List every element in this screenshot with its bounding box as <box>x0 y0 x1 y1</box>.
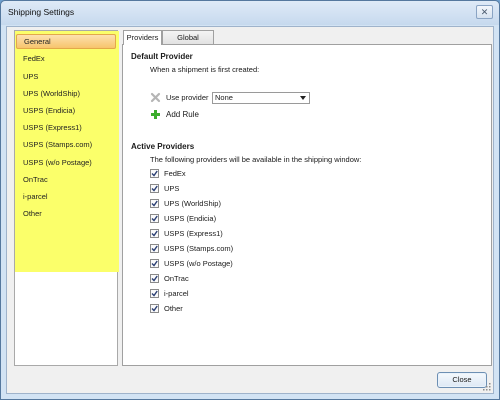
default-provider-value: None <box>215 93 233 102</box>
window-close-button[interactable]: ✕ <box>476 5 493 19</box>
tab-providers[interactable]: Providers <box>123 30 162 45</box>
chevron-down-icon <box>300 96 306 100</box>
checkbox-fedex[interactable] <box>150 169 159 178</box>
checkmark-icon <box>151 290 158 297</box>
sidebar-item-general[interactable]: General <box>16 34 116 49</box>
provider-row-usps-stamps: USPS (Stamps.com) <box>150 243 350 254</box>
provider-label: USPS (Express1) <box>164 229 223 238</box>
checkbox-usps-no-postage[interactable] <box>150 259 159 268</box>
checkbox-i-parcel[interactable] <box>150 289 159 298</box>
sidebar-item-usps-stamps[interactable]: USPS (Stamps.com) <box>16 137 116 152</box>
checkmark-icon <box>151 215 158 222</box>
provider-row-usps-express1: USPS (Express1) <box>150 228 350 239</box>
provider-row-usps-no-postage: USPS (w/o Postage) <box>150 258 350 269</box>
providers-tab-panel: Default Provider When a shipment is firs… <box>122 44 492 366</box>
checkbox-usps-express1[interactable] <box>150 229 159 238</box>
checkmark-icon <box>151 305 158 312</box>
sidebar-item-ups-worldship[interactable]: UPS (WorldShip) <box>16 86 116 101</box>
provider-label: FedEx <box>164 169 186 178</box>
close-button[interactable]: Close <box>437 372 487 388</box>
provider-label: UPS (WorldShip) <box>164 199 221 208</box>
remove-x-icon[interactable] <box>150 92 161 103</box>
tab-global-settings[interactable]: Global Settings <box>162 30 214 55</box>
close-icon: ✕ <box>480 7 489 17</box>
use-provider-label: Use provider <box>166 93 209 102</box>
provider-row-i-parcel: i-parcel <box>150 288 350 299</box>
provider-row-ups-worldship: UPS (WorldShip) <box>150 198 350 209</box>
provider-label: OnTrac <box>164 274 189 283</box>
checkbox-other[interactable] <box>150 304 159 313</box>
checkmark-icon <box>151 185 158 192</box>
sidebar-item-usps-express1[interactable]: USPS (Express1) <box>16 120 116 135</box>
provider-row-ontrac: OnTrac <box>150 273 350 284</box>
checkmark-icon <box>151 260 158 267</box>
shipping-settings-window: Shipping Settings ✕ General FedEx UPS UP… <box>0 0 500 400</box>
resize-grip-icon[interactable] <box>483 383 491 391</box>
provider-row-other: Other <box>150 303 350 314</box>
provider-row-usps-endicia: USPS (Endicia) <box>150 213 350 224</box>
dialog-body: General FedEx UPS UPS (WorldShip) USPS (… <box>6 26 494 394</box>
sidebar-item-ups[interactable]: UPS <box>16 69 116 84</box>
checkmark-icon <box>151 245 158 252</box>
provider-label: Other <box>164 304 183 313</box>
window-title: Shipping Settings <box>8 7 75 17</box>
settings-sidebar: General FedEx UPS UPS (WorldShip) USPS (… <box>14 30 119 366</box>
provider-row-ups: UPS <box>150 183 350 194</box>
checkmark-icon <box>151 275 158 282</box>
provider-row-fedex: FedEx <box>150 168 350 179</box>
provider-label: USPS (w/o Postage) <box>164 259 233 268</box>
default-provider-select[interactable]: None <box>212 92 310 104</box>
title-bar[interactable]: Shipping Settings ✕ <box>1 1 499 25</box>
sidebar-item-usps-endicia[interactable]: USPS (Endicia) <box>16 103 116 118</box>
sidebar-item-usps-no-postage[interactable]: USPS (w/o Postage) <box>16 155 116 170</box>
provider-label: i-parcel <box>164 289 189 298</box>
active-providers-heading: Active Providers <box>131 142 195 151</box>
sidebar-item-ontrac[interactable]: OnTrac <box>16 172 116 187</box>
default-provider-description: When a shipment is first created: <box>150 65 260 74</box>
green-plus-icon[interactable] <box>150 109 161 120</box>
checkbox-usps-stamps[interactable] <box>150 244 159 253</box>
provider-label: USPS (Stamps.com) <box>164 244 234 253</box>
checkbox-ontrac[interactable] <box>150 274 159 283</box>
sidebar-item-other[interactable]: Other <box>16 206 116 221</box>
sidebar-item-fedex[interactable]: FedEx <box>16 51 116 66</box>
add-rule-link[interactable]: Add Rule <box>166 110 199 119</box>
checkmark-icon <box>151 230 158 237</box>
checkbox-ups[interactable] <box>150 184 159 193</box>
checkbox-ups-worldship[interactable] <box>150 199 159 208</box>
default-provider-heading: Default Provider <box>131 52 193 61</box>
active-providers-description: The following providers will be availabl… <box>150 155 362 164</box>
checkmark-icon <box>151 200 158 207</box>
checkbox-usps-endicia[interactable] <box>150 214 159 223</box>
sidebar-item-i-parcel[interactable]: i-parcel <box>16 189 116 204</box>
provider-label: UPS <box>164 184 180 193</box>
checkmark-icon <box>151 170 158 177</box>
provider-label: USPS (Endicia) <box>164 214 217 223</box>
